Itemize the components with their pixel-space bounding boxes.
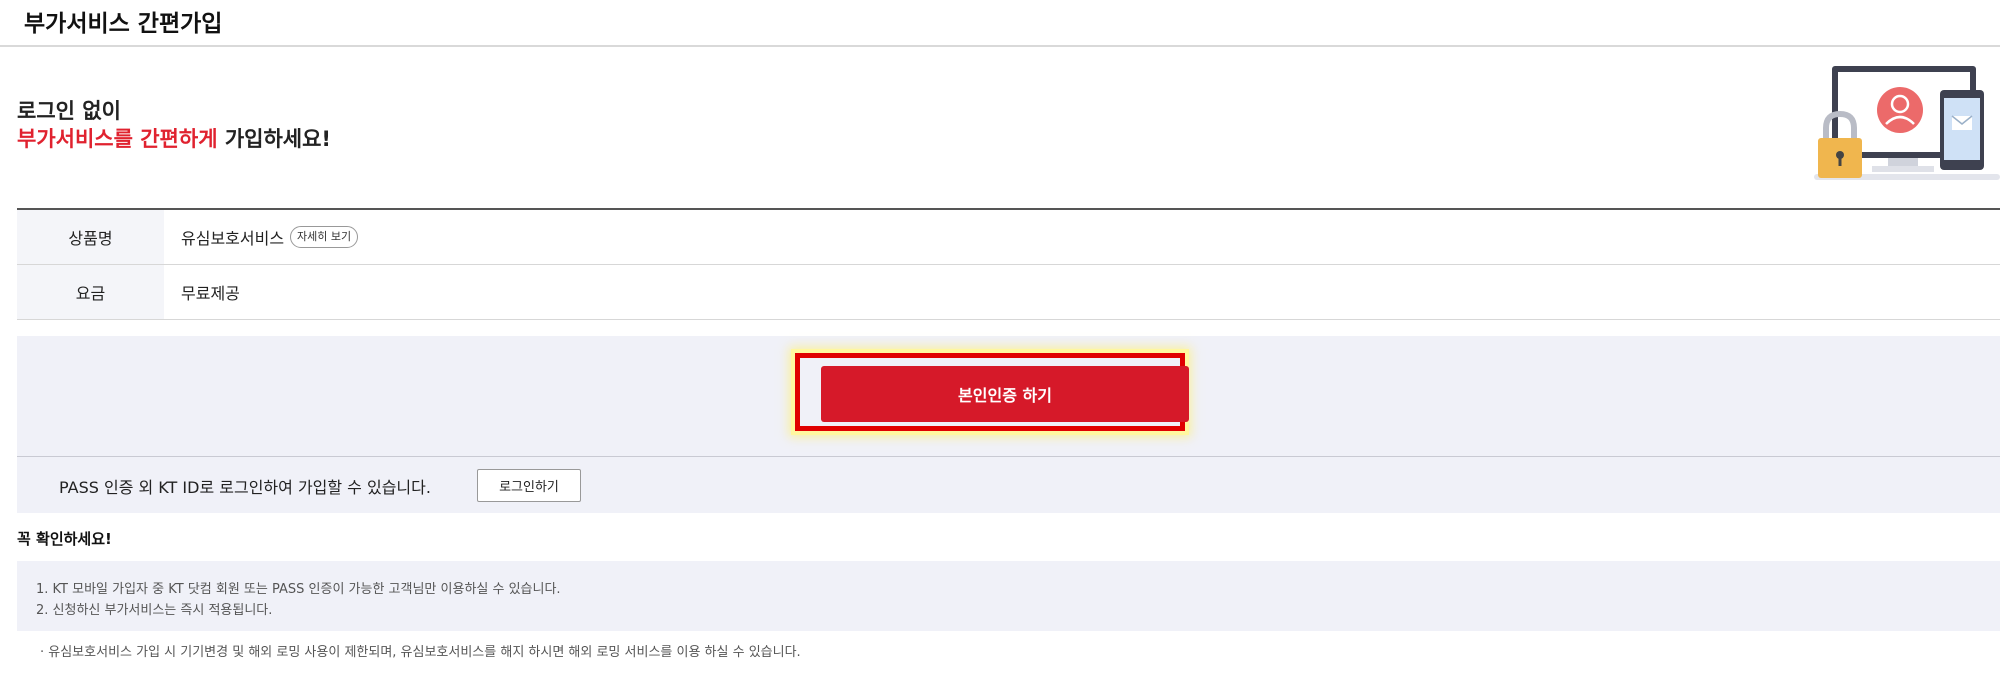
notice-item: 1. KT 모바일 가입자 중 KT 닷컴 회원 또는 PASS 인증이 가능한… <box>36 582 561 597</box>
notice-item: 2. 신청하신 부가서비스는 즉시 적용됩니다. <box>36 603 273 618</box>
product-name-cell: 유심보호서비스 자세히 보기 <box>164 210 2000 264</box>
auth-panel: 본인인증 하기 <box>17 336 2000 456</box>
intro-line1: 로그인 없이 <box>17 99 121 123</box>
login-row: PASS 인증 외 KT ID로 로그인하여 가입할 수 있습니다. 로그인하기 <box>17 456 2000 513</box>
intro-highlight: 부가서비스를 간편하게 <box>17 127 218 151</box>
title-bar: 부가서비스 간편가입 <box>0 0 2000 47</box>
identity-verification-button[interactable]: 본인인증 하기 <box>821 366 1189 422</box>
fee-label: 요금 <box>17 265 164 319</box>
mail-icon <box>1951 115 1973 130</box>
smartphone-icon <box>1940 90 1984 170</box>
user-avatar-icon <box>1877 87 1923 133</box>
intro-line2-rest: 가입하세요! <box>217 127 332 151</box>
notice-note: · 유심보호서비스 가입 시 기기변경 및 해외 로밍 사용이 제한되며, 유심… <box>40 645 801 660</box>
intro-line2: 부가서비스를 간편하게 가입하세요! <box>17 125 331 153</box>
page-title: 부가서비스 간편가입 <box>24 11 223 37</box>
notice-box: 1. KT 모바일 가입자 중 KT 닷컴 회원 또는 PASS 인증이 가능한… <box>17 561 2000 631</box>
fee-value: 무료제공 <box>181 284 240 303</box>
login-button[interactable]: 로그인하기 <box>477 469 581 502</box>
table-row: 요금 무료제공 <box>17 265 2000 320</box>
product-name-label: 상품명 <box>17 210 164 264</box>
table-row: 상품명 유심보호서비스 자세히 보기 <box>17 210 2000 265</box>
intro-text: 로그인 없이 부가서비스를 간편하게 가입하세요! <box>17 97 331 153</box>
notice-title: 꼭 확인하세요! <box>17 530 112 548</box>
devices-illustration <box>1814 66 2000 180</box>
product-name-value: 유심보호서비스 <box>181 229 285 248</box>
view-details-button[interactable]: 자세히 보기 <box>290 226 359 248</box>
login-description: PASS 인증 외 KT ID로 로그인하여 가입할 수 있습니다. <box>59 478 431 497</box>
product-info-table: 상품명 유심보호서비스 자세히 보기 요금 무료제공 <box>17 208 2000 320</box>
